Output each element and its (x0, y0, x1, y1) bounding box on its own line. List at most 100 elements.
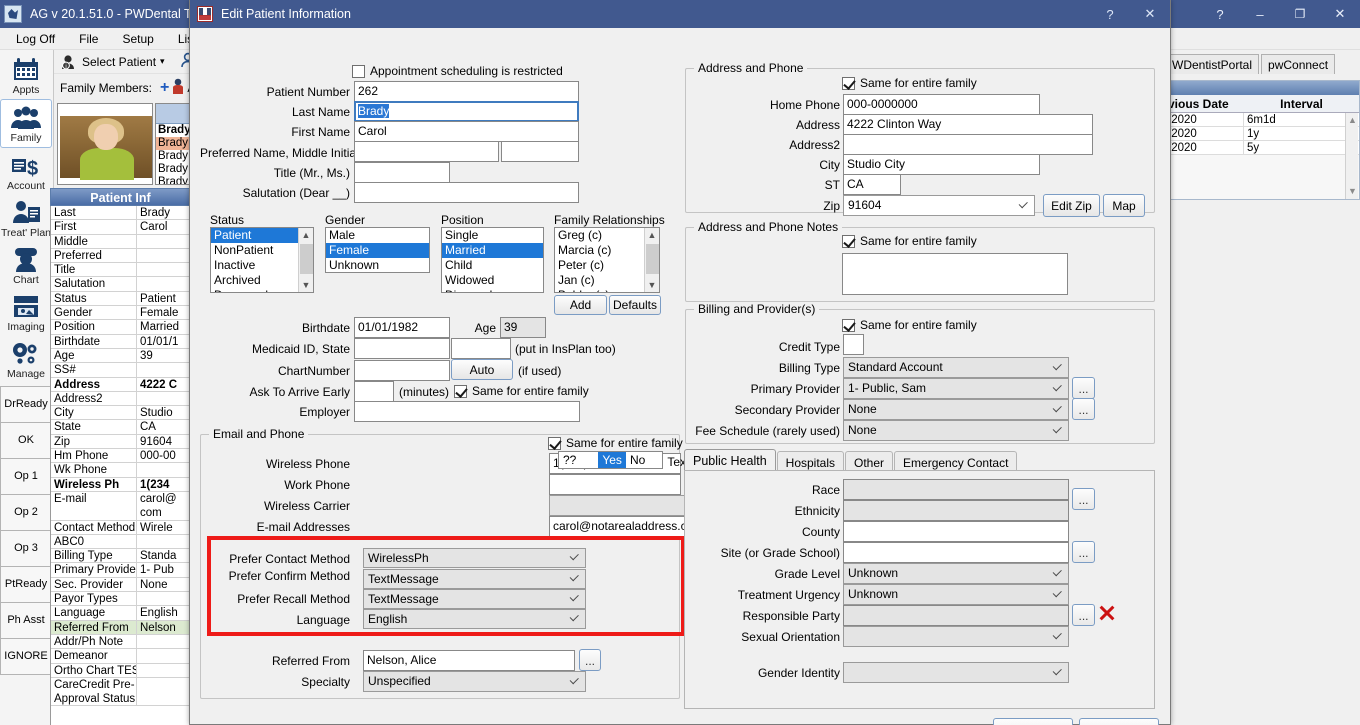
home-phone-field[interactable]: 000-0000000 (843, 94, 1040, 115)
position-listbox[interactable]: Single Married Child Widowed Divorced (441, 227, 544, 293)
text-ok-option-yes[interactable]: Yes (598, 452, 626, 468)
auto-chart-number-button[interactable]: Auto (451, 359, 513, 380)
text-ok-option-no[interactable]: No (626, 452, 649, 468)
rail-button-ph-asst[interactable]: Ph Asst (0, 601, 52, 639)
prefer-contact-method-combobox[interactable]: WirelessPh (363, 548, 586, 568)
patient-info-row[interactable]: Demeanor (51, 649, 190, 664)
scroll-up-icon[interactable]: ▲ (645, 228, 660, 242)
employer-field[interactable] (354, 401, 580, 422)
primary-provider-browse-button[interactable]: ... (1072, 377, 1095, 399)
address-same-family-checkbox[interactable]: Same for entire family (842, 76, 977, 90)
gender-listbox[interactable]: Male Female Unknown (325, 227, 430, 273)
rail-button-drready[interactable]: DrReady (0, 385, 52, 423)
family-relationships-scrollbar[interactable]: ▲ ▼ (644, 228, 659, 292)
ok-button[interactable]: OK (993, 718, 1073, 725)
referred-from-field[interactable]: Nelson, Alice (363, 650, 575, 671)
rail-item-account[interactable]: $ Account (0, 148, 52, 195)
patient-info-row[interactable]: Ortho Chart TEST (51, 663, 190, 678)
patient-info-row[interactable]: Contact Method Wirele (51, 520, 190, 535)
family-list-item[interactable]: Brady (156, 176, 190, 184)
work-phone-field[interactable] (549, 474, 681, 495)
email-same-family-checkbox[interactable]: Same for entire family (548, 436, 683, 450)
first-name-field[interactable]: Carol (354, 121, 579, 142)
patient-info-row[interactable]: Address 4222 C (51, 377, 190, 392)
scroll-down-icon[interactable]: ▼ (1346, 184, 1359, 197)
medicaid-id-field[interactable] (354, 338, 450, 359)
specialty-combobox[interactable]: Unspecified (363, 671, 586, 692)
patient-info-row[interactable]: Referred From Nelson (51, 620, 190, 635)
rail-item-imaging[interactable]: Imaging (0, 289, 52, 336)
rail-button-op2[interactable]: Op 2 (0, 493, 52, 531)
grade-level-combobox[interactable]: Unknown (843, 563, 1069, 584)
prefer-confirm-method-combobox[interactable]: TextMessage (363, 569, 586, 589)
rail-item-appts[interactable]: Appts (0, 52, 52, 99)
wireless-carrier-combobox[interactable] (549, 495, 704, 516)
add-plus-icon[interactable]: + (160, 79, 169, 97)
title-field[interactable] (354, 162, 450, 183)
patient-info-row[interactable]: Billing Type Standa (51, 549, 190, 564)
patient-info-row[interactable]: Wk Phone (51, 463, 190, 478)
middle-initial-field[interactable] (501, 141, 579, 162)
treatment-urgency-combobox[interactable]: Unknown (843, 584, 1069, 605)
table-row[interactable]: /2020 6m1d (1166, 113, 1359, 127)
scroll-down-icon[interactable]: ▼ (299, 278, 314, 292)
recall-table-scrollbar[interactable]: ▲ ▼ (1345, 113, 1358, 199)
appointment-scheduling-restricted-checkbox[interactable]: Appointment scheduling is restricted (352, 64, 563, 78)
scroll-up-icon[interactable]: ▲ (299, 228, 314, 242)
race-browse-button[interactable]: ... (1072, 488, 1095, 510)
patient-info-row[interactable]: Age 39 (51, 348, 190, 364)
checkbox-box[interactable] (842, 234, 855, 248)
address-field[interactable]: 4222 Clinton Way (843, 114, 1093, 135)
scroll-thumb[interactable] (646, 244, 659, 274)
county-field[interactable] (843, 521, 1069, 542)
medicaid-state-field[interactable] (451, 338, 511, 359)
patient-info-row[interactable]: Position Married (51, 320, 190, 335)
position-item-widowed[interactable]: Widowed (442, 273, 543, 288)
gender-identity-combobox[interactable] (843, 662, 1069, 683)
family-members-list[interactable]: Brady Brady Brady Brady Brady (155, 103, 191, 185)
chevron-down-icon[interactable]: ▾ (160, 56, 165, 67)
text-ok-option-unknown[interactable]: ?? (559, 452, 580, 468)
cancel-button[interactable]: Cancel (1079, 718, 1159, 725)
rail-item-family[interactable]: Family (0, 99, 52, 149)
primary-provider-combobox[interactable]: 1- Public, Sam (843, 378, 1069, 399)
menu-file[interactable]: File (67, 30, 110, 48)
city-field[interactable]: Studio City (843, 154, 1040, 175)
add-relationship-button[interactable]: Add (554, 295, 607, 315)
zip-combobox[interactable]: 91604 (843, 195, 1035, 216)
checkbox-box[interactable] (842, 76, 855, 90)
ethnicity-field[interactable] (843, 500, 1069, 521)
position-item-child[interactable]: Child (442, 258, 543, 273)
patient-info-row[interactable]: First Carol (51, 220, 190, 235)
rail-button-op1[interactable]: Op 1 (0, 457, 52, 495)
scroll-up-icon[interactable]: ▲ (1346, 113, 1359, 126)
status-scrollbar[interactable]: ▲ ▼ (298, 228, 313, 292)
tab-wdentistportal[interactable]: WDentistPortal (1165, 54, 1260, 74)
responsible-party-browse-button[interactable]: ... (1072, 604, 1095, 626)
family-relationships-listbox[interactable]: Greg (c) Marcia (c) Peter (c) Jan (c) Bo… (554, 227, 660, 293)
select-patient-button[interactable]: i Select Patient ▾ (54, 53, 171, 71)
site-grade-school-browse-button[interactable]: ... (1072, 541, 1095, 563)
patient-info-row[interactable]: Primary Provider 1- Pub (51, 563, 190, 578)
patient-info-row[interactable]: CareCredit Pre- Approval Status (51, 677, 190, 707)
relationship-defaults-button[interactable]: Defaults (609, 295, 661, 315)
table-row[interactable]: /2020 1y (1166, 127, 1359, 141)
sexual-orientation-combobox[interactable] (843, 626, 1069, 647)
arrive-early-same-family-checkbox[interactable]: Same for entire family (454, 384, 589, 398)
patient-info-row[interactable]: Sec. Provider None (51, 577, 190, 593)
family-list-item[interactable]: Brady (156, 137, 190, 150)
dialog-help-icon[interactable]: ? (1090, 0, 1130, 28)
rail-button-ok[interactable]: OK (0, 421, 52, 459)
rail-item-treatment-plan[interactable]: Treat' Plan (0, 195, 52, 242)
rail-button-ignore[interactable]: IGNORE (0, 637, 52, 675)
patient-info-row[interactable]: ABC0 (51, 534, 190, 550)
site-grade-school-field[interactable] (843, 542, 1069, 563)
checkbox-box[interactable] (548, 436, 561, 450)
address-phone-notes-textarea[interactable] (842, 253, 1068, 295)
rail-button-op3[interactable]: Op 3 (0, 529, 52, 567)
patient-info-row[interactable]: Gender Female (51, 306, 190, 321)
patient-info-row[interactable]: SS# (51, 363, 190, 378)
preferred-name-field[interactable] (354, 141, 499, 162)
patient-info-row[interactable]: Language English (51, 606, 190, 621)
gender-item-male[interactable]: Male (326, 228, 429, 243)
